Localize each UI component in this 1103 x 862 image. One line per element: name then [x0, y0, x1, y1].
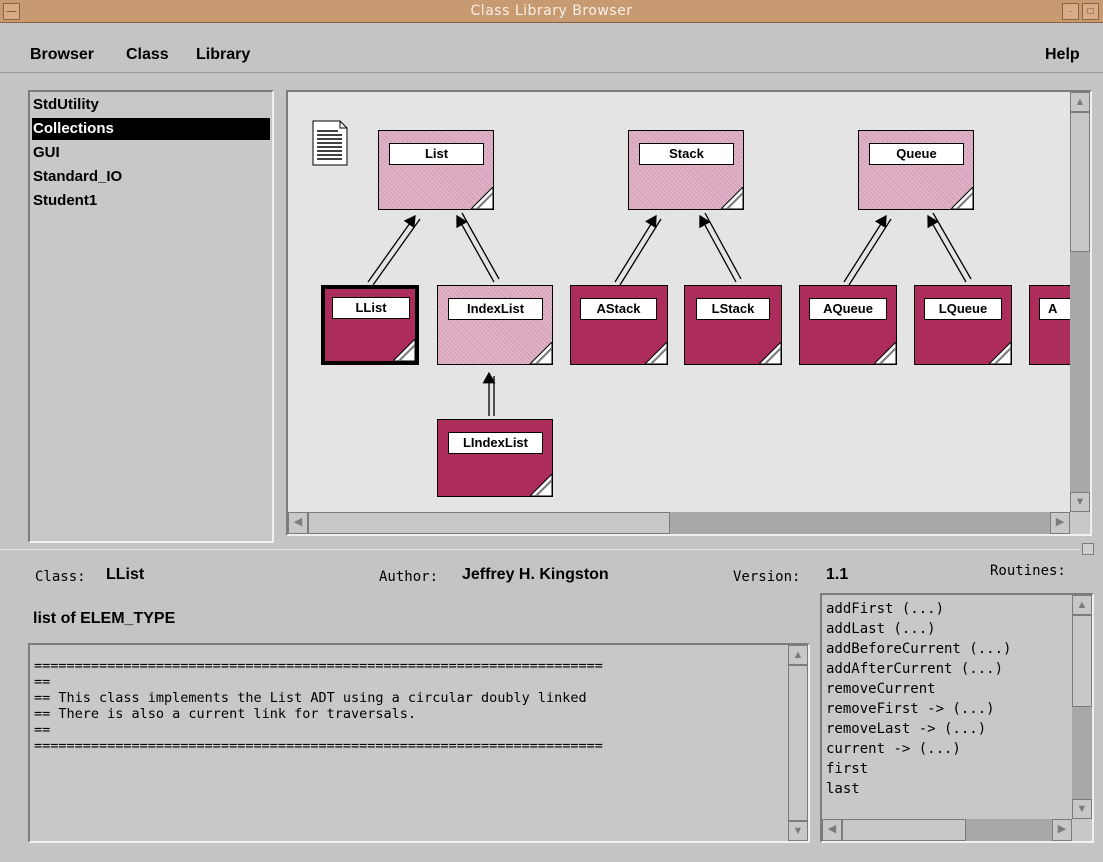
scroll-thumb[interactable]	[308, 512, 670, 534]
routine-item[interactable]: last	[826, 779, 860, 799]
class-summary: list of ELEM_TYPE	[33, 610, 176, 627]
minimize-button[interactable]: ·	[1062, 3, 1079, 20]
class-node-partial[interactable]: A	[1029, 285, 1070, 365]
class-node-label: LQueue	[924, 298, 1002, 320]
routine-item[interactable]: current -> (...)	[826, 739, 961, 759]
scroll-left-arrow[interactable]: ◀	[288, 512, 308, 534]
description-line: ========================================…	[34, 738, 603, 754]
menu-browser[interactable]: Browser	[30, 46, 94, 64]
scroll-up-arrow[interactable]: ▲	[788, 645, 808, 665]
routine-item[interactable]: addBeforeCurrent (...)	[826, 639, 1011, 659]
class-node-label: IndexList	[448, 298, 543, 320]
menu-library[interactable]: Library	[196, 46, 250, 64]
library-item-collections[interactable]: Collections	[32, 118, 270, 140]
document-icon[interactable]	[312, 120, 348, 166]
node-corner-icon	[471, 187, 493, 209]
class-node-stack[interactable]: Stack	[628, 130, 744, 210]
class-node-lqueue[interactable]: LQueue	[914, 285, 1012, 365]
routine-item[interactable]: addLast (...)	[826, 619, 936, 639]
class-node-label: AStack	[580, 298, 657, 320]
diagram-hscrollbar[interactable]: ◀ ▶	[288, 512, 1070, 534]
routine-item[interactable]: removeLast -> (...)	[826, 719, 986, 739]
author-value: Jeffrey H. Kingston	[462, 566, 609, 583]
routine-item[interactable]: removeFirst -> (...)	[826, 699, 995, 719]
version-value: 1.1	[826, 566, 849, 583]
pane-sash[interactable]	[1082, 543, 1094, 555]
routines-label: Routines:	[990, 563, 1066, 579]
routine-item[interactable]: addFirst (...)	[826, 599, 944, 619]
maximize-button[interactable]: □	[1082, 3, 1099, 20]
class-node-label: Queue	[869, 143, 964, 165]
class-node-list[interactable]: List	[378, 130, 494, 210]
node-corner-icon	[759, 342, 781, 364]
class-diagram-canvas[interactable]: List Stack Queue LList IndexList AStack …	[288, 92, 1070, 512]
node-corner-icon	[874, 342, 896, 364]
class-node-label: A	[1039, 298, 1070, 320]
node-corner-icon	[989, 342, 1011, 364]
description-line: == This class implements the List ADT us…	[34, 690, 587, 706]
class-node-queue[interactable]: Queue	[858, 130, 974, 210]
scroll-thumb[interactable]	[1072, 615, 1092, 707]
scroll-thumb[interactable]	[1070, 112, 1090, 252]
description-line: ========================================…	[34, 658, 603, 674]
class-node-lindexlist[interactable]: LIndexList	[437, 419, 553, 497]
class-node-label: LList	[332, 297, 410, 319]
scroll-thumb[interactable]	[788, 665, 808, 821]
scroll-down-arrow[interactable]: ▼	[1072, 799, 1092, 819]
node-corner-icon	[951, 187, 973, 209]
routine-item[interactable]: addAfterCurrent (...)	[826, 659, 1003, 679]
title-bar: — Class Library Browser · □	[0, 0, 1103, 23]
node-corner-icon	[530, 474, 552, 496]
node-corner-icon	[645, 342, 667, 364]
class-node-label: AQueue	[809, 298, 887, 320]
scroll-left-arrow[interactable]: ◀	[822, 819, 842, 841]
scroll-down-arrow[interactable]: ▼	[1070, 492, 1090, 512]
class-node-indexlist[interactable]: IndexList	[437, 285, 553, 365]
class-node-label: List	[389, 143, 484, 165]
routine-item[interactable]: first	[826, 759, 868, 779]
window-title: Class Library Browser	[470, 3, 633, 19]
menu-class[interactable]: Class	[126, 46, 169, 64]
diagram-vscrollbar[interactable]: ▲ ▼	[1070, 92, 1090, 512]
description-line: ==	[34, 722, 51, 738]
scroll-right-arrow[interactable]: ▶	[1052, 819, 1072, 841]
library-list: StdUtility Collections GUI Standard_IO S…	[28, 90, 274, 543]
routines-vscrollbar[interactable]: ▲ ▼	[1072, 595, 1092, 819]
description-line: == There is also a current link for trav…	[34, 706, 417, 722]
description-vscrollbar[interactable]: ▲ ▼	[788, 645, 808, 841]
scroll-thumb[interactable]	[842, 819, 966, 841]
node-corner-icon	[530, 342, 552, 364]
node-corner-icon	[393, 339, 415, 361]
routines-list: addFirst (...) addLast (...) addBeforeCu…	[820, 593, 1094, 843]
class-node-astack[interactable]: AStack	[570, 285, 668, 365]
node-corner-icon	[721, 187, 743, 209]
author-label: Author:	[379, 569, 439, 585]
class-node-label: LIndexList	[448, 432, 543, 454]
menu-help[interactable]: Help	[1045, 46, 1080, 64]
class-node-label: Stack	[639, 143, 734, 165]
scroll-up-arrow[interactable]: ▲	[1072, 595, 1092, 615]
description-text-area[interactable]: ========================================…	[28, 643, 810, 843]
routine-item[interactable]: removeCurrent	[826, 679, 936, 699]
menu-bar: Browser Class Library Help	[0, 23, 1103, 73]
class-value: LList	[106, 566, 145, 583]
routines-hscrollbar[interactable]: ◀ ▶	[822, 819, 1072, 841]
pane-divider	[0, 549, 1080, 550]
library-item-standard-io[interactable]: Standard_IO	[32, 166, 270, 188]
description-line: ==	[34, 674, 51, 690]
class-node-lstack[interactable]: LStack	[684, 285, 782, 365]
class-node-aqueue[interactable]: AQueue	[799, 285, 897, 365]
version-label: Version:	[733, 569, 801, 585]
library-item-gui[interactable]: GUI	[32, 142, 270, 164]
scroll-down-arrow[interactable]: ▼	[788, 821, 808, 841]
scroll-up-arrow[interactable]: ▲	[1070, 92, 1090, 112]
library-item-student1[interactable]: Student1	[32, 190, 270, 212]
class-node-llist[interactable]: LList	[321, 285, 419, 365]
scroll-right-arrow[interactable]: ▶	[1050, 512, 1070, 534]
diagram-panel: List Stack Queue LList IndexList AStack …	[286, 90, 1092, 536]
description-text: ========================================…	[34, 658, 786, 838]
library-item-stdutility[interactable]: StdUtility	[32, 94, 270, 116]
class-label: Class:	[35, 569, 86, 585]
class-node-label: LStack	[696, 298, 770, 320]
